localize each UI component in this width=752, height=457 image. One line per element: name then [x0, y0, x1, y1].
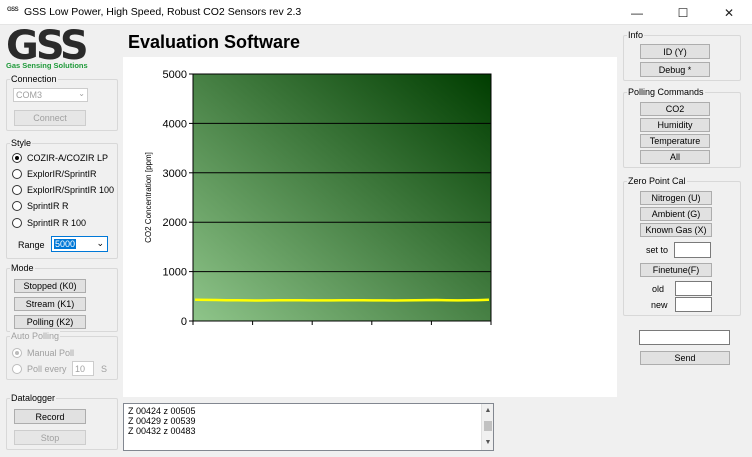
info-legend: Info: [627, 30, 645, 40]
nitrogen-button[interactable]: Nitrogen (U): [640, 191, 712, 205]
close-button[interactable]: ✕: [706, 0, 752, 25]
title-bar: GSS GSS Low Power, High Speed, Robust CO…: [0, 0, 752, 25]
log-scrollbar[interactable]: ▲ ▼: [481, 404, 493, 450]
mode-legend: Mode: [10, 263, 35, 273]
style-option-label: SprintIR R 100: [27, 218, 87, 228]
style-legend: Style: [10, 138, 33, 148]
scroll-thumb[interactable]: [484, 421, 492, 431]
chevron-down-icon: ⌄: [78, 89, 85, 98]
style-radio-explorir-100[interactable]: [12, 185, 22, 195]
stream-button[interactable]: Stream (K1): [14, 297, 86, 311]
plot-area: [192, 73, 492, 322]
window-title: GSS Low Power, High Speed, Robust CO2 Se…: [24, 6, 302, 18]
style-option-label: ExplorIR/SprintIR: [27, 169, 97, 179]
minimize-button[interactable]: —: [614, 0, 660, 25]
gss-logo: GSS Gas Sensing Solutions: [6, 26, 120, 70]
chart-panel: 0 1000 2000 3000 4000 5000 CO2 Concentration […: [123, 57, 617, 397]
poll-every-label: Poll every: [27, 364, 67, 374]
old-label: old: [652, 284, 665, 294]
y-tick-label: 5000: [163, 69, 187, 81]
co2-button[interactable]: CO2: [640, 102, 710, 116]
port-value: COM3: [16, 90, 43, 100]
stopped-button[interactable]: Stopped (K0): [14, 279, 86, 293]
stop-button[interactable]: Stop: [14, 430, 86, 445]
polling-commands-legend: Polling Commands: [627, 87, 705, 97]
style-radio-cozir[interactable]: [12, 153, 22, 163]
range-value: 5000: [54, 239, 77, 249]
command-input[interactable]: [639, 330, 730, 345]
logo-subtitle: Gas Sensing Solutions: [6, 61, 88, 70]
range-label: Range: [18, 240, 45, 250]
set-to-input[interactable]: [674, 242, 711, 258]
record-button[interactable]: Record: [14, 409, 86, 424]
known-gas-button[interactable]: Known Gas (X): [640, 223, 712, 237]
temperature-button[interactable]: Temperature: [640, 134, 710, 148]
auto-polling-legend: Auto Polling: [10, 331, 61, 341]
style-option-label: COZIR-A/COZIR LP: [27, 153, 109, 163]
scroll-down-icon[interactable]: ▼: [483, 438, 493, 448]
style-radio-explorir[interactable]: [12, 169, 22, 179]
log-line: Z 00424 z 00505: [128, 406, 196, 416]
ambient-button[interactable]: Ambient (G): [640, 207, 712, 221]
style-radio-sprintir-r-100[interactable]: [12, 218, 22, 228]
manual-poll-radio[interactable]: [12, 348, 22, 358]
connect-button[interactable]: Connect: [14, 110, 86, 126]
y-axis-label: CO2 Concentration [ppm]: [144, 152, 153, 243]
humidity-button[interactable]: Humidity: [640, 118, 710, 132]
log-line: Z 00432 z 00483: [128, 426, 196, 436]
poll-unit-label: S: [101, 364, 108, 374]
send-button[interactable]: Send: [640, 351, 730, 365]
style-option-label: ExplorIR/SprintIR 100: [27, 185, 115, 195]
new-label: new: [651, 300, 668, 310]
all-button[interactable]: All: [640, 150, 710, 164]
new-input[interactable]: [675, 297, 712, 312]
app-icon: GSS: [7, 7, 19, 13]
datalogger-legend: Datalogger: [10, 393, 57, 403]
co2-series-line: [194, 298, 490, 302]
co2-chart: 0 1000 2000 3000 4000 5000 CO2 Concentration […: [144, 69, 492, 328]
zero-point-legend: Zero Point Cal: [627, 176, 687, 186]
chevron-down-icon: ⌄: [96, 238, 104, 248]
set-to-label: set to: [646, 245, 669, 255]
style-radio-sprintir-r[interactable]: [12, 201, 22, 211]
manual-poll-label: Manual Poll: [27, 348, 75, 358]
maximize-button[interactable]: ☐: [660, 0, 706, 25]
y-tick-label: 0: [181, 316, 187, 328]
old-input[interactable]: [675, 281, 712, 296]
y-tick-label: 2000: [163, 217, 187, 229]
y-tick-label: 4000: [163, 118, 187, 130]
logo-text: GSS: [6, 23, 89, 69]
poll-interval-input[interactable]: 10: [72, 361, 94, 376]
y-tick-label: 3000: [163, 168, 187, 180]
style-option-label: SprintIR R: [27, 201, 69, 211]
port-select[interactable]: COM3 ⌄: [13, 88, 88, 102]
poll-every-radio[interactable]: [12, 364, 22, 374]
range-select[interactable]: 5000 ⌄: [51, 236, 108, 252]
page-title: Evaluation Software: [128, 32, 301, 52]
log-line: Z 00429 z 00539: [128, 416, 196, 426]
scroll-up-icon[interactable]: ▲: [483, 406, 493, 416]
debug-button[interactable]: Debug *: [640, 62, 710, 77]
polling-button[interactable]: Polling (K2): [14, 315, 86, 329]
y-tick-label: 1000: [163, 267, 187, 279]
finetune-button[interactable]: Finetune(F): [640, 263, 712, 277]
log-output[interactable]: Z 00424 z 00505 Z 00429 z 00539 Z 00432 …: [123, 403, 494, 451]
connection-legend: Connection: [10, 74, 58, 84]
id-button[interactable]: ID (Y): [640, 44, 710, 59]
